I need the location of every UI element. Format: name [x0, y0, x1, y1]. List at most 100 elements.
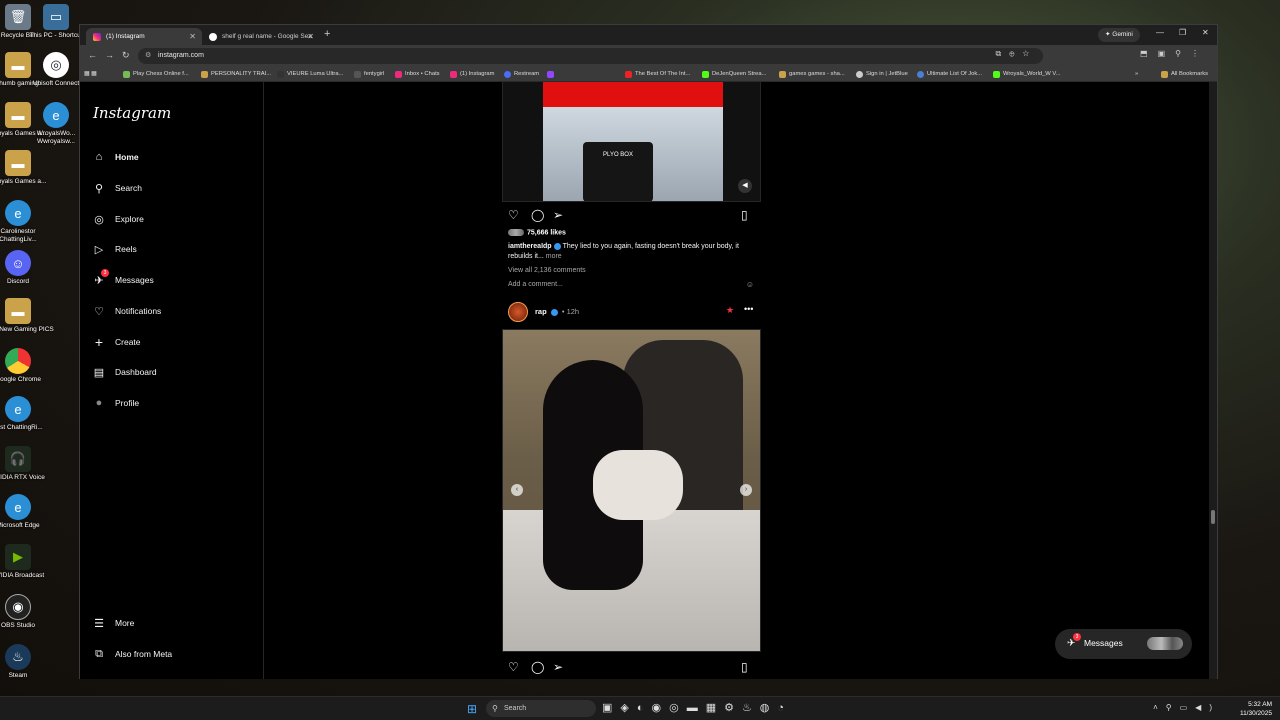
taskbar-pinned-apps[interactable]: ▣◈◐◉◎▬▦⚙♨◍◔: [602, 701, 792, 714]
nav-search[interactable]: ⚲ Search: [92, 178, 252, 198]
bookmark-wroyals-world[interactable]: Wroyals_World_W V...: [993, 69, 1061, 80]
desktop-icon-dans-gaming-pics[interactable]: ▬ Dans New Gaming PICS: [0, 298, 54, 334]
nav-home[interactable]: ⌂ Home: [92, 147, 252, 167]
bookmark-fentygirl[interactable]: fentygirl: [354, 69, 384, 80]
bookmark-personality[interactable]: PERSONALITY TRAI...: [201, 69, 271, 80]
emoji-icon[interactable]: ☺: [746, 280, 754, 289]
caption-username[interactable]: iamthereaIdp: [508, 243, 552, 250]
desktop-icon-microsoft-edge[interactable]: e Microsoft Edge: [0, 494, 54, 530]
desktop-icon-google-chrome[interactable]: Google Chrome: [0, 348, 54, 384]
nav-more[interactable]: ☰ More: [92, 613, 252, 633]
view-comments-link[interactable]: View all 2,136 comments: [508, 267, 586, 274]
add-comment-input[interactable]: Add a comment...: [508, 281, 563, 288]
minimize-icon[interactable]: —: [1156, 28, 1164, 37]
profile-avatar-icon: ●: [95, 397, 103, 409]
instagram-logo[interactable]: Instagram: [93, 104, 171, 122]
caption-more-link[interactable]: more: [546, 253, 562, 260]
bookmark-jetblue[interactable]: Sign in | JetBlue: [856, 69, 908, 80]
favorite-star-icon[interactable]: ★: [726, 305, 734, 316]
desktop-icon-wroyals-games-2[interactable]: ▬ Wroyals Games a...: [0, 150, 54, 186]
reload-icon[interactable]: ↻: [122, 50, 130, 61]
taskbar-clock[interactable]: 5:32 AM 11/30/2025: [1240, 700, 1272, 718]
folder-icon: [779, 71, 786, 78]
windows-start-icon[interactable]: ⊞: [467, 702, 477, 716]
tab-google-search[interactable]: shelf g real name - Google Sea ✕: [202, 28, 320, 45]
apps-icon[interactable]: ▦ ▦: [84, 69, 97, 80]
all-bookmarks[interactable]: All Bookmarks: [1161, 69, 1208, 80]
desktop-icon-nvidia-broadcast[interactable]: ▶ NVIDIA Broadcast: [0, 544, 54, 580]
nav-reels[interactable]: ▷ Reels: [92, 239, 252, 259]
instagram-sidebar: Instagram ⌂ Home ⚲ Search ◎ Explore ▷ Re…: [80, 82, 264, 679]
kick-favicon-icon: [993, 71, 1000, 78]
desktop-icon-nvidia-rtx-voice[interactable]: 🎧 NVIDIA RTX Voice: [0, 446, 54, 482]
share-icon[interactable]: ➢: [553, 208, 563, 222]
nav-also-from-meta[interactable]: ⧉ Also from Meta: [92, 644, 252, 664]
desktop-icon-steam[interactable]: ♨ Steam: [0, 644, 54, 680]
desktop-icon-carolinestor[interactable]: e Carolinestor ChattingLiv...: [0, 200, 54, 244]
more-options-icon[interactable]: •••: [744, 304, 753, 314]
bookmark-dejenqueen[interactable]: DeJenQueen Strea...: [702, 69, 766, 80]
bookmark-restream[interactable]: Restream: [504, 69, 539, 80]
post-time: • 12h: [561, 307, 580, 316]
nav-create[interactable]: + Create: [92, 332, 252, 352]
nav-messages[interactable]: ✈ 3 Messages: [92, 269, 252, 290]
likes-count[interactable]: 75,666 likes: [508, 229, 566, 236]
like-heart-icon[interactable]: ♡: [508, 660, 519, 674]
page-scrollbar[interactable]: [1209, 82, 1217, 679]
fenty-favicon-icon: [354, 71, 361, 78]
mute-icon[interactable]: ◀: [738, 179, 752, 193]
desktop-icon-just-chatting[interactable]: e Just ChattingRi...: [0, 396, 54, 432]
post-username[interactable]: rap • 12h: [535, 307, 579, 316]
maximize-icon[interactable]: ❐: [1179, 28, 1186, 37]
forward-icon[interactable]: →: [105, 50, 114, 60]
bookmark-inbox[interactable]: Inbox • Chats: [395, 69, 440, 80]
messages-floating-button[interactable]: ✈ 3 Messages: [1055, 629, 1192, 659]
scrollbar-thumb[interactable]: [1211, 510, 1215, 524]
close-tab-icon[interactable]: ✕: [189, 28, 196, 45]
nav-dashboard[interactable]: ▤ Dashboard: [92, 362, 252, 382]
taskbar-search[interactable]: ⚲ Search: [486, 700, 596, 717]
comment-icon[interactable]: ◯: [531, 208, 544, 222]
chrome-icon: [5, 348, 31, 374]
nav-profile[interactable]: ● Profile: [92, 393, 252, 413]
close-window-icon[interactable]: ✕: [1202, 28, 1209, 37]
folder-icon: [1161, 71, 1168, 78]
desktop-icon-discord[interactable]: ☺ Discord: [0, 250, 54, 286]
site-info-icon[interactable]: ⚙: [145, 48, 151, 64]
toolbar-extensions[interactable]: ⬒▣⚲⋮: [1140, 49, 1209, 58]
bookmark-games[interactable]: games games - sha...: [779, 69, 845, 80]
bookmark-vieure[interactable]: VIEURE Luma Ultra...: [277, 69, 343, 80]
post-2-actions: ♡ ◯ ➢ ▯: [502, 660, 761, 674]
new-tab-button[interactable]: +: [324, 28, 330, 40]
system-tray[interactable]: ˄⚲▭◀): [1153, 703, 1220, 712]
kick-favicon-icon: [702, 71, 709, 78]
bookmarks-overflow-icon[interactable]: »: [1135, 69, 1138, 80]
post-video[interactable]: PLYO BOX ◀: [502, 82, 761, 202]
edge-icon: e: [43, 102, 69, 128]
save-bookmark-icon[interactable]: ▯: [741, 208, 748, 222]
back-icon[interactable]: ←: [88, 50, 97, 60]
like-heart-icon[interactable]: ♡: [508, 208, 519, 222]
carousel-prev-icon[interactable]: ‹: [511, 484, 523, 496]
address-bar-actions[interactable]: ⧉⊕☆: [996, 49, 1037, 59]
nav-explore[interactable]: ◎ Explore: [92, 209, 252, 229]
avatar[interactable]: [508, 302, 528, 322]
conversation-avatars-icon: [1147, 637, 1183, 650]
desktop-icon-obs-studio[interactable]: ◉ OBS Studio: [0, 594, 54, 630]
tab-instagram[interactable]: (1) Instagram ✕: [86, 28, 202, 45]
gemini-button[interactable]: ✦ Gemini: [1098, 28, 1140, 42]
bookmark-instagram[interactable]: (1) Instagram: [450, 69, 494, 80]
comment-icon[interactable]: ◯: [531, 660, 544, 674]
share-icon[interactable]: ➢: [553, 660, 563, 674]
bookmark-best-of-int[interactable]: The Best Of The Int...: [625, 69, 690, 80]
vieure-favicon-icon: [277, 71, 284, 78]
close-tab-icon[interactable]: ✕: [307, 28, 314, 45]
carousel-next-icon[interactable]: ›: [740, 484, 752, 496]
bookmark-jokes[interactable]: Ultimate List Of Jok...: [917, 69, 982, 80]
video-frame-shirt: [543, 82, 723, 107]
post-image[interactable]: ‹ ›: [502, 329, 761, 652]
nav-notifications[interactable]: ♡ Notifications: [92, 301, 252, 321]
address-bar[interactable]: ⚙ instagram.com: [138, 48, 1043, 64]
save-bookmark-icon[interactable]: ▯: [741, 660, 748, 674]
bookmark-chess[interactable]: Play Chess Online f...: [123, 69, 189, 80]
